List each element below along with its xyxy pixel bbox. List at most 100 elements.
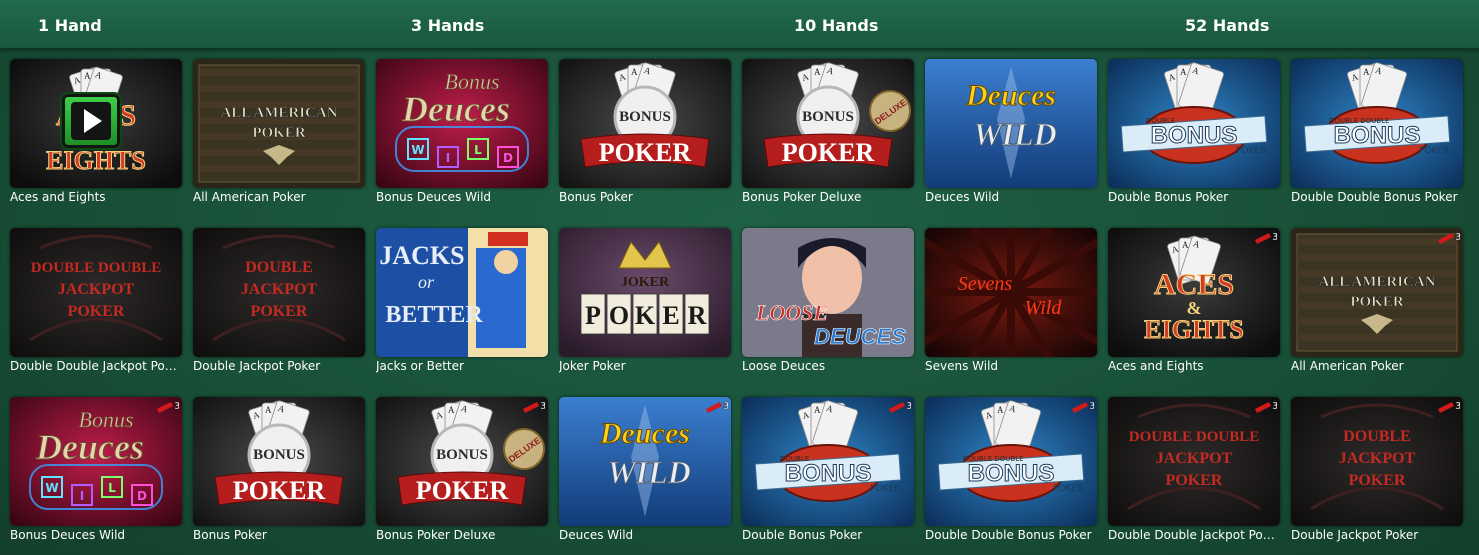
game-tile[interactable]: Deuces WILD 3 Deuces Wild (559, 397, 731, 547)
game-tile[interactable]: A A A ACES & EIGHTS 3 Aces and Eights (1108, 228, 1280, 378)
game-title[interactable]: Double Double Jackpot Poker (1108, 528, 1280, 543)
svg-text:A: A (1180, 67, 1187, 77)
game-tile[interactable]: ALL AMERICAN POKER 3 All American Poker (1291, 228, 1463, 378)
game-tile[interactable]: Bonus Deuces W I L D Bonus Deuces Wild (376, 59, 548, 209)
game-thumbnail[interactable]: ALL AMERICAN POKER 3 (1291, 228, 1463, 357)
game-title[interactable]: Bonus Deuces Wild (10, 528, 182, 543)
game-thumbnail[interactable]: Sevens Wild (925, 228, 1097, 357)
tab-10-hands[interactable]: 10 Hands (794, 16, 878, 35)
play-button[interactable] (62, 94, 120, 148)
svg-text:3: 3 (1272, 232, 1277, 243)
game-thumbnail[interactable]: A A A DOUBLE DOUBLE BONUS POKER (1291, 59, 1463, 188)
svg-text:A: A (448, 405, 455, 415)
game-thumbnail[interactable]: Bonus Deuces W I L D (376, 59, 548, 188)
svg-text:BONUS: BONUS (436, 447, 488, 463)
game-thumbnail[interactable]: A A A DOUBLE BONUS POKER (1108, 59, 1280, 188)
game-title[interactable]: Double Double Jackpot Poker (10, 359, 182, 374)
game-title[interactable]: Bonus Poker Deluxe (376, 528, 548, 543)
tab-3-hands[interactable]: 3 Hands (411, 16, 484, 35)
game-thumbnail[interactable]: JACKS or BETTER (376, 228, 548, 357)
svg-text:DOUBLE DOUBLE: DOUBLE DOUBLE (31, 260, 161, 276)
game-title[interactable]: Double Double Bonus Poker (1291, 190, 1463, 205)
game-tile[interactable]: DOUBLE DOUBLE JACKPOT POKER 3 Double Dou… (1108, 397, 1280, 547)
svg-text:I: I (80, 489, 84, 503)
game-title[interactable]: Double Double Bonus Poker (925, 528, 1097, 543)
svg-text:A: A (814, 405, 821, 415)
game-title[interactable]: Bonus Poker (193, 528, 365, 543)
game-tile[interactable]: A A A DOUBLE DOUBLE BONUS POKER Double Do… (1291, 59, 1463, 209)
game-thumbnail[interactable]: LOOSE DEUCES (742, 228, 914, 357)
game-tile[interactable]: A A A BONUS POKER DELUXE Bonus Poker Del… (742, 59, 914, 209)
game-tile[interactable]: A A A ACES & EIGHTS Aces and Eights (10, 59, 182, 209)
game-tile[interactable]: A A A BONUS POKER DELUXE 3 Bonus Poker D… (376, 397, 548, 547)
game-title[interactable]: Sevens Wild (925, 359, 1097, 374)
game-tile[interactable]: JACKS or BETTER Jacks or Better (376, 228, 548, 378)
svg-text:BONUS: BONUS (619, 109, 671, 125)
svg-text:Sevens: Sevens (958, 273, 1013, 295)
svg-text:BONUS: BONUS (1334, 122, 1421, 149)
game-title[interactable]: All American Poker (1291, 359, 1463, 374)
game-tile[interactable]: Deuces WILD Deuces Wild (925, 59, 1097, 209)
game-thumbnail[interactable]: A A A ACES & EIGHTS 3 (1108, 228, 1280, 357)
game-thumbnail[interactable]: A A A DOUBLE DOUBLE BONUS POKER 3 (925, 397, 1097, 526)
game-title[interactable]: Bonus Poker Deluxe (742, 190, 914, 205)
game-thumbnail[interactable]: DOUBLE DOUBLE JACKPOT POKER 3 (1108, 397, 1280, 526)
svg-text:L: L (474, 143, 482, 157)
svg-text:R: R (688, 301, 707, 330)
game-title[interactable]: Aces and Eights (10, 190, 182, 205)
svg-text:DOUBLE: DOUBLE (1343, 428, 1411, 445)
game-thumbnail[interactable]: A A A BONUS POKER DELUXE 3 (376, 397, 548, 526)
game-thumbnail[interactable]: A A A ACES & EIGHTS (10, 59, 182, 188)
svg-text:POKER: POKER (782, 138, 875, 167)
game-title[interactable]: Bonus Poker (559, 190, 731, 205)
svg-text:A: A (265, 405, 272, 415)
game-title[interactable]: All American Poker (193, 190, 365, 205)
svg-text:EIGHTS: EIGHTS (1144, 315, 1244, 344)
game-thumbnail[interactable]: Deuces WILD 3 (559, 397, 731, 526)
game-thumbnail[interactable]: JOKER P O K E R (559, 228, 731, 357)
game-tile[interactable]: JOKER P O K E R Joker Poker (559, 228, 731, 378)
game-title[interactable]: Deuces Wild (925, 190, 1097, 205)
game-thumbnail[interactable]: ALL AMERICAN POKER (193, 59, 365, 188)
game-tile[interactable]: Sevens Wild Sevens Wild (925, 228, 1097, 378)
game-thumbnail[interactable]: A A A BONUS POKER DELUXE (742, 59, 914, 188)
game-title[interactable]: Loose Deuces (742, 359, 914, 374)
svg-text:POKER: POKER (252, 125, 306, 141)
game-title[interactable]: Double Jackpot Poker (1291, 528, 1463, 543)
game-title[interactable]: Jacks or Better (376, 359, 548, 374)
three-hands-badge-icon: 3 (1438, 399, 1460, 415)
game-thumbnail[interactable]: DOUBLE DOUBLE JACKPOT POKER (10, 228, 182, 357)
game-tile[interactable]: DOUBLE JACKPOT POKER Double Jackpot Poker (193, 228, 365, 378)
game-tile[interactable]: A A A BONUS POKER Bonus Poker (193, 397, 365, 547)
game-title[interactable]: Double Bonus Poker (742, 528, 914, 543)
game-title[interactable]: Deuces Wild (559, 528, 731, 543)
game-thumbnail[interactable]: DOUBLE JACKPOT POKER 3 (1291, 397, 1463, 526)
game-tile[interactable]: LOOSE DEUCES Loose Deuces (742, 228, 914, 378)
game-thumbnail[interactable]: A A A BONUS POKER (193, 397, 365, 526)
svg-text:POKER: POKER (68, 303, 125, 320)
game-thumbnail[interactable]: DOUBLE JACKPOT POKER (193, 228, 365, 357)
game-tile[interactable]: A A A DOUBLE BONUS POKER Double Bonus Pok… (1108, 59, 1280, 209)
game-thumbnail[interactable]: Deuces WILD (925, 59, 1097, 188)
game-thumbnail[interactable]: A A A DOUBLE BONUS POKER 3 (742, 397, 914, 526)
game-thumbnail[interactable]: A A A BONUS POKER (559, 59, 731, 188)
svg-text:BONUS: BONUS (253, 447, 305, 463)
tab-1-hand[interactable]: 1 Hand (38, 16, 102, 35)
game-title[interactable]: Double Bonus Poker (1108, 190, 1280, 205)
game-tile[interactable]: DOUBLE JACKPOT POKER 3 Double Jackpot Po… (1291, 397, 1463, 547)
game-tile[interactable]: A A A BONUS POKER Bonus Poker (559, 59, 731, 209)
svg-text:POKER: POKER (870, 484, 900, 494)
game-title[interactable]: Joker Poker (559, 359, 731, 374)
tab-52-hands[interactable]: 52 Hands (1185, 16, 1269, 35)
game-title[interactable]: Double Jackpot Poker (193, 359, 365, 374)
game-tile[interactable]: DOUBLE DOUBLE JACKPOT POKER Double Double… (10, 228, 182, 378)
game-tile[interactable]: A A A DOUBLE BONUS POKER 3 Double Bonus … (742, 397, 914, 547)
game-title[interactable]: Aces and Eights (1108, 359, 1280, 374)
game-thumbnail[interactable]: Bonus Deuces W I L D 3 (10, 397, 182, 526)
svg-text:Wild: Wild (1025, 297, 1063, 319)
game-tile[interactable]: Bonus Deuces W I L D 3 Bonus Deuces Wild (10, 397, 182, 547)
game-title[interactable]: Bonus Deuces Wild (376, 190, 548, 205)
svg-text:POKER: POKER (599, 138, 692, 167)
game-tile[interactable]: ALL AMERICAN POKER All American Poker (193, 59, 365, 209)
game-tile[interactable]: A A A DOUBLE DOUBLE BONUS POKER 3 Double… (925, 397, 1097, 547)
